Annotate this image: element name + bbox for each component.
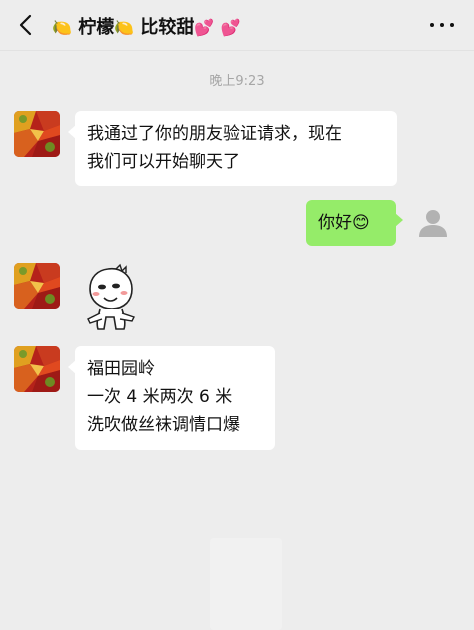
message-text-line: 我们可以开始聊天了	[87, 152, 240, 172]
message-timestamp: 晚上9:23	[209, 74, 265, 89]
message-text-line: 福田园岭	[87, 359, 155, 379]
title-name: 柠檬	[78, 17, 115, 38]
message-text-line: 我通过了你的朋友验证请求，现在	[87, 124, 342, 144]
title-suffix: 比较甜	[140, 17, 195, 38]
lemon-emoji: 🍋	[52, 18, 72, 37]
message-bubble-self[interactable]: 你好😊	[306, 200, 403, 246]
message-bubble[interactable]: 我通过了你的朋友验证请求，现在 我们可以开始聊天了	[68, 111, 397, 186]
faint-background-block	[210, 538, 282, 630]
chat-title: 🍋 柠檬🍋 比较甜💕 💕	[52, 13, 241, 39]
message-text-line: 一次 4 米两次 6 米	[87, 387, 233, 407]
smug-face-sticker[interactable]	[80, 263, 142, 335]
hearts-emoji: 💕	[220, 18, 241, 37]
hearts-emoji: 💕	[194, 18, 215, 37]
smiling-emoji: 😊	[352, 213, 370, 233]
back-chevron-icon[interactable]	[14, 12, 40, 38]
default-user-avatar-icon[interactable]	[413, 203, 453, 243]
contact-avatar[interactable]	[14, 111, 60, 157]
message-text: 你好	[318, 213, 352, 233]
more-dots-icon[interactable]	[428, 13, 456, 37]
contact-avatar[interactable]	[14, 263, 60, 309]
chat-header: 🍋 柠檬🍋 比较甜💕 💕	[0, 0, 474, 51]
contact-avatar[interactable]	[14, 346, 60, 392]
message-bubble[interactable]: 福田园岭 一次 4 米两次 6 米 洗吹做丝袜调情口爆	[68, 346, 275, 450]
message-text-line: 洗吹做丝袜调情口爆	[87, 415, 240, 435]
lemon-emoji: 🍋	[114, 18, 135, 37]
